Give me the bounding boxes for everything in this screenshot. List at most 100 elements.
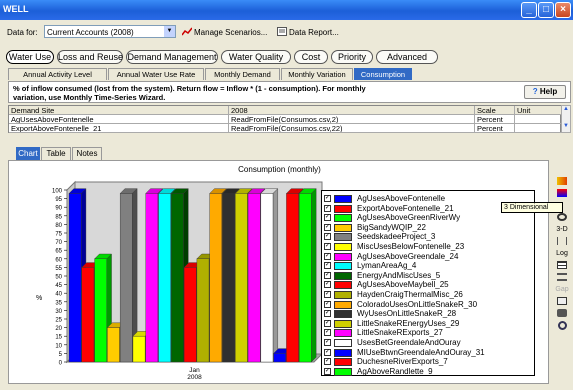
legend-checkbox[interactable]: ✓ [324, 243, 331, 250]
legend-label: HaydenCraigThermalMisc_26 [357, 290, 463, 299]
legend-label: SeedskadeeProject_3 [357, 232, 436, 242]
y-tick-label: 100 [52, 189, 63, 195]
legend-checkbox[interactable]: ✓ [324, 358, 331, 366]
bar [260, 193, 274, 363]
legend-checkbox[interactable]: ✓ [324, 329, 331, 337]
bar [171, 193, 184, 363]
legend-label: MiscUsesBelowFontenelle_23 [357, 242, 465, 251]
bar [107, 327, 120, 363]
palette-icon [557, 189, 567, 197]
legend-checkbox[interactable]: ✓ [324, 214, 331, 222]
legend-swatch [334, 348, 352, 357]
copy-icon [557, 297, 567, 305]
legend-checkbox[interactable]: ✓ [324, 233, 331, 241]
bar [68, 193, 82, 363]
x-tick-label: 2008 [187, 374, 202, 381]
legend-swatch [334, 281, 352, 290]
legend-label: AgUsesAboveGreenRiverWy [357, 213, 461, 223]
legend-label: BigSandyWQIP_22 [357, 222, 426, 232]
legend-swatch [334, 319, 352, 328]
legend-item[interactable]: ✓ EnergyAndMiscUses_5 [324, 271, 534, 281]
legend-item[interactable]: ✓ LittleSnakeRExports_27 [324, 328, 534, 338]
bar [286, 193, 299, 363]
bar [119, 193, 133, 363]
legend-checkbox[interactable]: ✓ [324, 262, 331, 270]
bar [273, 353, 286, 363]
y-tick-label: 55 [55, 266, 62, 272]
legend-checkbox[interactable]: ✓ [324, 300, 331, 308]
bar [222, 193, 235, 363]
legend-swatch [334, 243, 352, 251]
legend-checkbox[interactable]: ✓ [324, 319, 331, 327]
legend-item[interactable]: ✓ AgUsesAboveMaybell_25 [324, 280, 534, 290]
legend-checkbox[interactable]: ✓ [324, 310, 331, 318]
y-tick-label: 10 [55, 343, 62, 349]
legend-item[interactable]: ✓ ColoradoUsesOnLittleSnakeR_30 [324, 300, 534, 310]
bar [94, 258, 107, 363]
legend-label: AgUsesAboveGreendale_24 [357, 251, 459, 261]
log-scale-toggle[interactable]: Log [555, 248, 569, 259]
rotate-tool[interactable] [555, 212, 569, 223]
y-tick-label: 20 [55, 326, 62, 332]
legend-label: ColoradoUsesOnLittleSnakeR_30 [357, 299, 478, 309]
legend-item[interactable]: ✓ WyUsesOnLittleSnakeR_28 [324, 309, 534, 319]
legend-label: DuchesneRiverExports_7 [357, 357, 448, 367]
legend-checkbox[interactable]: ✓ [324, 223, 331, 231]
legend-item[interactable]: ✓ DuchesneRiverExports_7 [324, 357, 534, 367]
legend-label: AgUsesAboveFontenelle [357, 194, 446, 203]
legend-tool[interactable] [555, 260, 569, 271]
legend-swatch [334, 358, 352, 367]
legend-checkbox[interactable]: ✓ [324, 367, 331, 375]
y-tick-label: 35 [55, 300, 62, 306]
legend-item[interactable]: ✓ MIUseBtwnGreendaleAndOuray_31 [324, 348, 534, 358]
legend-checkbox[interactable]: ✓ [324, 291, 331, 298]
legend-item[interactable]: ✓ HaydenCraigThermalMisc_26 [324, 290, 534, 300]
legend-swatch [334, 233, 352, 242]
legend-item[interactable]: ✓ AgUsesAboveGreendale_24 [324, 252, 534, 262]
legend-checkbox[interactable]: ✓ [324, 339, 331, 346]
legend-swatch [334, 223, 352, 232]
y-tick-label: 80 [55, 223, 62, 229]
x-tick-label: Jan [189, 367, 200, 374]
legend-item[interactable]: ✓ MiscUsesBelowFontenelle_23 [324, 242, 534, 252]
bar [247, 193, 261, 363]
legend-checkbox[interactable]: ✓ [324, 252, 331, 260]
grid-lines-tool[interactable] [555, 236, 569, 247]
y-tick-label: 95 [55, 197, 62, 203]
legend-swatch [334, 310, 352, 319]
stack-tool[interactable] [555, 272, 569, 283]
print-icon [557, 309, 567, 317]
legend-checkbox[interactable]: ✓ [324, 204, 331, 212]
legend-label: WyUsesOnLittleSnakeR_28 [357, 309, 457, 319]
legend-item[interactable]: ✓ LittleSnakeREnergyUses_29 [324, 319, 534, 329]
legend-checkbox[interactable]: ✓ [324, 195, 331, 202]
three-d-toggle[interactable]: 3-D [555, 224, 569, 235]
legend-item[interactable]: ✓ AgAboveRandlette_9 [324, 367, 534, 377]
zoom-tool[interactable] [555, 320, 569, 331]
chart-type-tool[interactable] [555, 176, 569, 187]
legend-label: AgAboveRandlette_9 [357, 366, 433, 376]
legend-label: ExportAboveFontenelle_21 [357, 203, 454, 213]
legend-item[interactable]: ✓ AgUsesAboveGreenRiverWy [324, 213, 534, 223]
legend-item[interactable]: ✓ SeedskadeeProject_3 [324, 232, 534, 242]
color-tool[interactable] [555, 188, 569, 199]
legend-item[interactable]: ✓ BigSandyWQIP_22 [324, 223, 534, 233]
stack-icon [557, 273, 567, 281]
legend-checkbox[interactable]: ✓ [324, 281, 331, 289]
y-tick-label: 75 [55, 232, 62, 238]
legend-swatch [334, 339, 352, 347]
tooltip: 3 Dimensional [501, 202, 563, 213]
y-tick-label: 45 [55, 283, 62, 289]
legend-item[interactable]: ✓ UsesBetGreendaleAndOuray [324, 338, 534, 348]
legend-checkbox[interactable]: ✓ [324, 271, 331, 279]
copy-tool[interactable] [555, 296, 569, 307]
legend-swatch [334, 204, 352, 213]
print-tool[interactable] [555, 308, 569, 319]
grid-lines-icon [557, 237, 567, 245]
legend-label: LittleSnakeRExports_27 [357, 328, 443, 338]
bar [158, 193, 171, 363]
legend-item[interactable]: ✓ LymanAreaAg_4 [324, 261, 534, 271]
magnifier-icon [557, 321, 567, 330]
gap-tool[interactable]: Gap [555, 284, 569, 295]
legend-checkbox[interactable]: ✓ [324, 348, 331, 356]
